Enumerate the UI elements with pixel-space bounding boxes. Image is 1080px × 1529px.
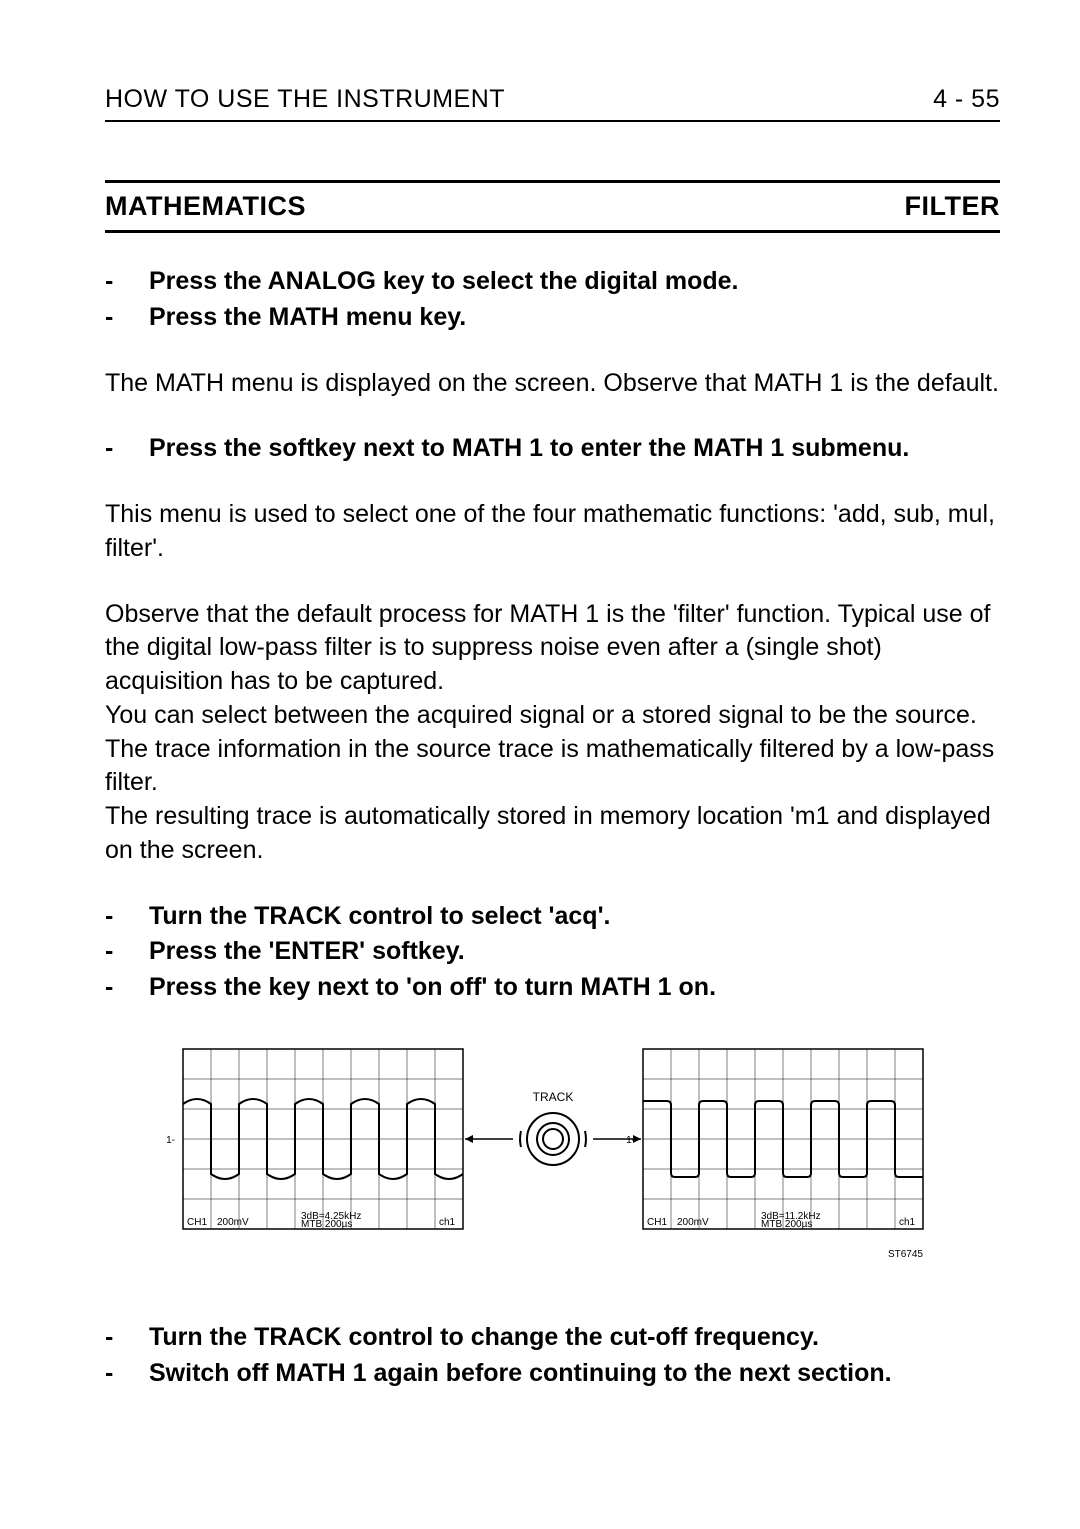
paragraph: This menu is used to select one of the f…: [105, 498, 1000, 566]
bullet-text: Switch off MATH 1 again before continuin…: [149, 1357, 1000, 1391]
bullet-text: Press the softkey next to MATH 1 to ente…: [149, 432, 1000, 466]
list-item: - Press the key next to 'on off' to turn…: [105, 971, 1000, 1005]
paragraph: You can select between the acquired sign…: [105, 699, 1000, 733]
paragraph-group: Observe that the default process for MAT…: [105, 598, 1000, 868]
list-item: - Press the MATH menu key.: [105, 301, 1000, 335]
bullet-text: Press the MATH menu key.: [149, 301, 1000, 335]
bullet-text: Press the 'ENTER' softkey.: [149, 935, 1000, 969]
list-item: - Press the 'ENTER' softkey.: [105, 935, 1000, 969]
bullet-dash: -: [105, 1321, 149, 1355]
fig-left-scale: 200mV: [217, 1217, 249, 1228]
running-head-left: HOW TO USE THE INSTRUMENT: [105, 85, 505, 114]
bullet-dash: -: [105, 1357, 149, 1391]
figure-code: ST6745: [887, 1249, 922, 1260]
bullet-text: Turn the TRACK control to change the cut…: [149, 1321, 1000, 1355]
fig-right-ch: CH1: [647, 1217, 667, 1228]
paragraph: The MATH menu is displayed on the screen…: [105, 367, 1000, 401]
bullet-text: Press the ANALOG key to select the digit…: [149, 265, 1000, 299]
paragraph: Observe that the default process for MAT…: [105, 598, 1000, 699]
bullet-dash: -: [105, 900, 149, 934]
bullet-text: Turn the TRACK control to select 'acq'.: [149, 900, 1000, 934]
running-head: HOW TO USE THE INSTRUMENT 4 - 55: [105, 85, 1000, 122]
section-heading: MATHEMATICS FILTER: [105, 180, 1000, 233]
fig-left-tb: MTB 200µs: [301, 1219, 352, 1230]
section-heading-left: MATHEMATICS: [105, 191, 306, 222]
fig-left-ch: CH1: [187, 1217, 207, 1228]
fig-right-tb: MTB 200µs: [761, 1219, 812, 1230]
list-item: - Press the ANALOG key to select the dig…: [105, 265, 1000, 299]
svg-text:1-: 1-: [166, 1135, 175, 1146]
filter-diagram: 1- CH1 200mV 3dB=4.25kHz MTB 200µs ch1 T…: [153, 1029, 953, 1289]
fig-left-trig: ch1: [439, 1217, 456, 1228]
list-item: - Turn the TRACK control to select 'acq'…: [105, 900, 1000, 934]
section-heading-right: FILTER: [905, 191, 1000, 222]
bullet-dash: -: [105, 935, 149, 969]
instruction-group-d: - Turn the TRACK control to change the c…: [105, 1321, 1000, 1391]
bullet-dash: -: [105, 432, 149, 466]
list-item: - Press the softkey next to MATH 1 to en…: [105, 432, 1000, 466]
instruction-group-a: - Press the ANALOG key to select the dig…: [105, 265, 1000, 335]
instruction-group-b: - Press the softkey next to MATH 1 to en…: [105, 432, 1000, 466]
bullet-dash: -: [105, 971, 149, 1005]
bullet-text: Press the key next to 'on off' to turn M…: [149, 971, 1000, 1005]
bullet-dash: -: [105, 265, 149, 299]
paragraph: The resulting trace is automatically sto…: [105, 800, 1000, 868]
fig-right-trig: ch1: [899, 1217, 916, 1228]
paragraph: The trace information in the source trac…: [105, 733, 1000, 801]
knob-label: TRACK: [532, 1090, 573, 1104]
running-head-right: 4 - 55: [933, 85, 1000, 114]
instruction-group-c: - Turn the TRACK control to select 'acq'…: [105, 900, 1000, 1005]
list-item: - Turn the TRACK control to change the c…: [105, 1321, 1000, 1355]
bullet-dash: -: [105, 301, 149, 335]
svg-text:1-: 1-: [626, 1135, 635, 1146]
fig-right-scale: 200mV: [677, 1217, 709, 1228]
track-knob-icon: TRACK: [465, 1090, 641, 1165]
figure: 1- CH1 200mV 3dB=4.25kHz MTB 200µs ch1 T…: [105, 1029, 1000, 1289]
list-item: - Switch off MATH 1 again before continu…: [105, 1357, 1000, 1391]
